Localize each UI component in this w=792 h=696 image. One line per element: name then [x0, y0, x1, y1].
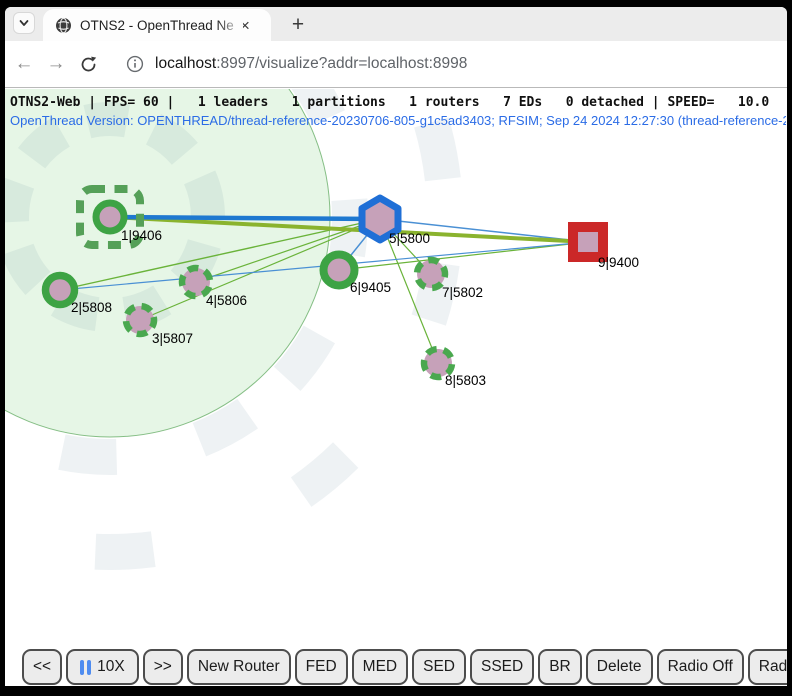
link-1-5 — [110, 217, 380, 219]
node-label: 7|5802 — [442, 285, 483, 300]
fed-button[interactable]: FED — [295, 649, 348, 685]
sed-button[interactable]: SED — [412, 649, 466, 685]
info-icon — [126, 55, 144, 73]
tab-otns2[interactable]: OTNS2 - OpenThread Ne × — [43, 9, 271, 41]
site-info-button[interactable] — [123, 55, 147, 73]
link-6-9 — [339, 242, 588, 270]
reload-button[interactable] — [75, 55, 101, 74]
status-bar: OTNS2-Web | FPS= 60 | 1 leaders 1 partit… — [10, 95, 769, 110]
browser-chrome: OTNS2 - OpenThread Ne × + ← → — [5, 7, 787, 686]
openthread-version-line: OpenThread Version: OPENTHREAD/thread-re… — [10, 113, 786, 128]
speed-up-button[interactable]: >> — [143, 649, 183, 685]
tab-search-button[interactable] — [13, 12, 35, 34]
node-label: 9|9400 — [598, 255, 639, 270]
chevron-down-icon — [18, 17, 30, 29]
node-label: 1|9406 — [121, 228, 162, 243]
node-label: 4|5806 — [206, 293, 247, 308]
node-label: 5|5800 — [389, 231, 430, 246]
node-label: 8|5803 — [445, 373, 486, 388]
speed-label: 10X — [97, 658, 125, 676]
node-8[interactable]: 8|5803 — [423, 348, 486, 388]
node-label: 3|5807 — [152, 331, 193, 346]
tab-title-fade — [217, 13, 243, 37]
node-label: 2|5808 — [71, 300, 112, 315]
address-bar[interactable]: localhost:8997/visualize?addr=localhost:… — [155, 55, 467, 73]
radio-off-button[interactable]: Radio Off — [657, 649, 744, 685]
url-path: :8997/visualize?addr=localhost:8998 — [216, 55, 467, 72]
back-button[interactable]: ← — [11, 53, 37, 75]
speed-down-button[interactable]: << — [22, 649, 62, 685]
navigation-bar: ← → localhost:8997/visualize?addr=localh… — [5, 41, 787, 88]
url-host: localhost — [155, 55, 216, 72]
radio-on-button[interactable]: Radio On — [748, 649, 787, 685]
ssed-button[interactable]: SSED — [470, 649, 534, 685]
new-tab-button[interactable]: + — [285, 12, 311, 38]
tab-strip: OTNS2 - OpenThread Ne × + — [5, 7, 787, 41]
delete-button[interactable]: Delete — [586, 649, 653, 685]
br-button[interactable]: BR — [538, 649, 582, 685]
pause-speed-button[interactable]: 10X — [66, 649, 139, 685]
browser-window: OTNS2 - OpenThread Ne × + ← → — [0, 0, 792, 696]
node-label: 6|9405 — [350, 280, 391, 295]
pause-icon — [80, 660, 91, 675]
med-button[interactable]: MED — [352, 649, 408, 685]
node-9[interactable]: 9|9400 — [573, 227, 639, 270]
tab-title: OTNS2 - OpenThread Ne — [80, 18, 238, 33]
topology-canvas[interactable]: 1|9406 2|5808 3|5807 4|5806 5|5800 — [5, 89, 787, 686]
action-toolbar: << 10X >> New Router FED MED SED SSED BR… — [5, 649, 787, 686]
forward-button[interactable]: → — [43, 53, 69, 75]
reload-icon — [79, 55, 98, 74]
node-5[interactable]: 5|5800 — [362, 198, 430, 246]
new-router-button[interactable]: New Router — [187, 649, 291, 685]
globe-favicon-icon — [55, 17, 72, 34]
